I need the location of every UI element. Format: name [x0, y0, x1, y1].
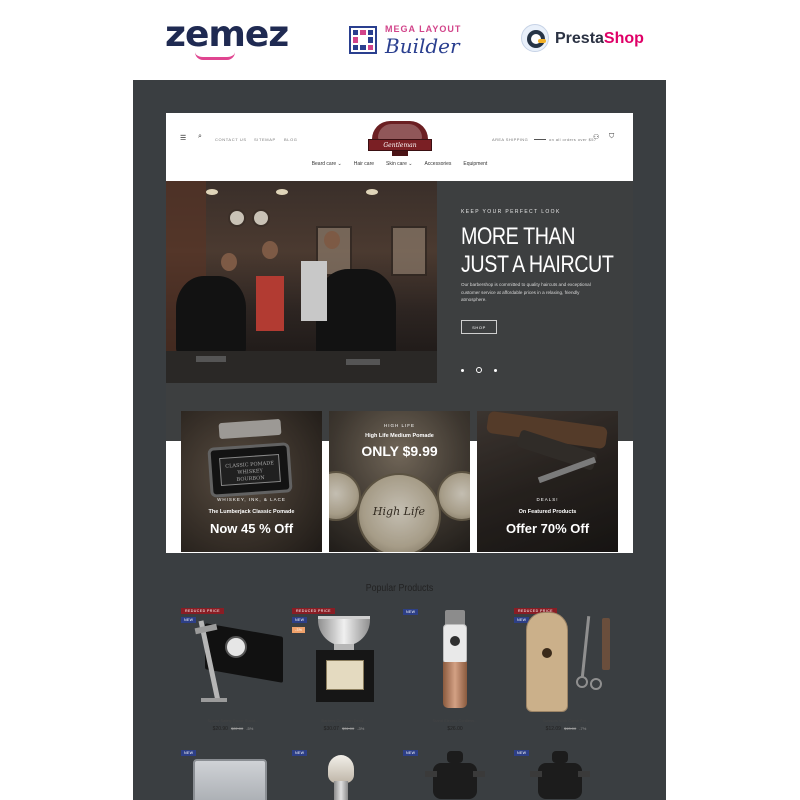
slider-dot[interactable]: [461, 369, 464, 372]
product-name[interactable]: Scissors With Comb For...: [514, 718, 618, 723]
logo-ribbon: Gentleman: [368, 139, 432, 151]
site-logo[interactable]: Gentleman: [366, 119, 434, 157]
new-badge: NEW: [181, 750, 197, 756]
search-icon[interactable]: ⌕: [198, 133, 202, 141]
product-price: $20.90 $22.00 -5%: [212, 726, 254, 732]
promo-banner-high-life[interactable]: High Life HIGH LIFE High Life Medium Pom…: [329, 411, 470, 552]
divider: [534, 139, 546, 140]
nav-item-equipment[interactable]: Equipment: [463, 161, 487, 167]
nav-item-hair-care[interactable]: Hair care: [354, 161, 374, 167]
product-card[interactable]: REDUCED PRICE NEW -3% Barbers Clubman De…: [292, 608, 396, 734]
shipping-note: on all orders over $57: [549, 137, 597, 142]
product-name[interactable]: Stand Electric Cordless...: [403, 718, 507, 723]
menu-icon[interactable]: ☰: [180, 134, 186, 142]
banner-subtitle: High Life Medium Pomade: [365, 433, 434, 439]
new-badge: NEW: [181, 617, 197, 623]
new-badge: NEW: [403, 609, 419, 615]
promo-banner-pomade[interactable]: CLASSIC POMADE WHISKEY BOURBON WHISKEY, IN…: [181, 411, 322, 552]
new-badge: NEW: [514, 750, 530, 756]
brand-strip: zemez MEGA LAYOUT Builder PrestaShop: [0, 0, 800, 80]
shop-button[interactable]: SHOP: [461, 320, 497, 334]
new-badge: NEW: [292, 617, 308, 623]
puffin-icon: [521, 24, 549, 52]
main-nav: Beard care ⌄ Hair care Skin care ⌄ Acces…: [166, 161, 633, 167]
product-card[interactable]: NEW: [514, 749, 618, 800]
prestashop-wordmark: PrestaShop: [555, 30, 644, 47]
nav-item-accessories[interactable]: Accessories: [424, 161, 451, 167]
product-card[interactable]: REDUCED PRICE NEW Sparta Safety Razor St…: [181, 608, 285, 734]
site-header: ☰ ⌕ CONTACT US SITEMAP BLOG Gentleman AR…: [166, 113, 633, 181]
zemez-smile-icon: [195, 52, 235, 60]
product-price: $26.00: [447, 726, 463, 732]
banner-subtitle: On Featured Products: [518, 509, 577, 515]
product-price: $12.09 $13.00 -7%: [545, 726, 587, 732]
banner-offer: ONLY $9.99: [361, 443, 438, 459]
new-badge: NEW: [403, 750, 419, 756]
hero-kicker: KEEP YOUR PERFECT LOOK: [461, 209, 561, 215]
banner-subtitle: The Lumberjack Classic Pomade: [208, 509, 295, 515]
slider-dot[interactable]: [494, 369, 497, 372]
product-card[interactable]: REDUCED PRICE NEW Scissors With Comb For…: [514, 608, 618, 734]
cart-icon[interactable]: ⛉: [609, 133, 614, 141]
reduced-price-badge: REDUCED PRICE: [292, 608, 335, 614]
shipping-label: AREA SHIPPING: [492, 137, 529, 142]
grid-icon: [349, 26, 377, 54]
hero-slider: KEEP YOUR PERFECT LOOK MORE THAN JUST A …: [166, 181, 633, 383]
discount-badge: -3%: [292, 627, 306, 633]
new-badge: NEW: [292, 750, 308, 756]
slider-dots: [461, 367, 501, 375]
mlb-bottom-text: Builder: [385, 34, 460, 58]
product-price: $30.07 $31.00 -3%: [323, 726, 365, 732]
promo-banner-deals[interactable]: DEALS! On Featured Products Offer 70% Of…: [477, 411, 618, 552]
product-card[interactable]: NEW: [292, 749, 396, 800]
banner-kicker: DEALS!: [536, 497, 559, 502]
slider-dot-active[interactable]: [476, 367, 482, 373]
barbershop-photo: [166, 181, 437, 383]
user-icon[interactable]: ⚇: [593, 133, 599, 141]
sitemap-link[interactable]: SITEMAP: [254, 137, 276, 142]
banner-offer: Offer 70% Off: [505, 521, 590, 536]
product-card[interactable]: NEW: [181, 749, 285, 800]
banner-kicker: WHISKEY, INK, & LACE: [217, 497, 286, 502]
nav-item-beard-care[interactable]: Beard care ⌄: [312, 161, 342, 167]
zemez-logo[interactable]: zemez: [165, 14, 289, 60]
banner-offer: Now 45 % Off: [209, 521, 294, 536]
reduced-price-badge: REDUCED PRICE: [181, 608, 224, 614]
nav-item-skin-care[interactable]: Skin care ⌄: [386, 161, 412, 167]
zemez-wordmark: zemez: [165, 14, 289, 55]
product-image-case: [193, 759, 267, 800]
product-name[interactable]: Sparta Safety Razor Stand...: [181, 718, 285, 723]
product-card[interactable]: NEW: [403, 749, 507, 800]
banner-kicker: HIGH LIFE: [383, 423, 415, 428]
popular-products-title: Popular Products: [365, 583, 434, 594]
product-card[interactable]: NEW Stand Electric Cordless... $26.00: [403, 608, 507, 734]
template-preview: zemez MEGA LAYOUT Builder PrestaShop ☰ ⌕…: [0, 0, 800, 800]
hero-description: Our barbershop is committed to quality h…: [461, 282, 591, 302]
product-name[interactable]: Barbers Clubman Deod...: [292, 718, 396, 723]
blog-link[interactable]: BLOG: [284, 137, 298, 142]
mlb-top-text: MEGA LAYOUT: [385, 24, 462, 34]
hero-title: MORE THAN JUST A HAIRCUT: [461, 223, 614, 278]
contact-us-link[interactable]: CONTACT US: [215, 137, 247, 142]
